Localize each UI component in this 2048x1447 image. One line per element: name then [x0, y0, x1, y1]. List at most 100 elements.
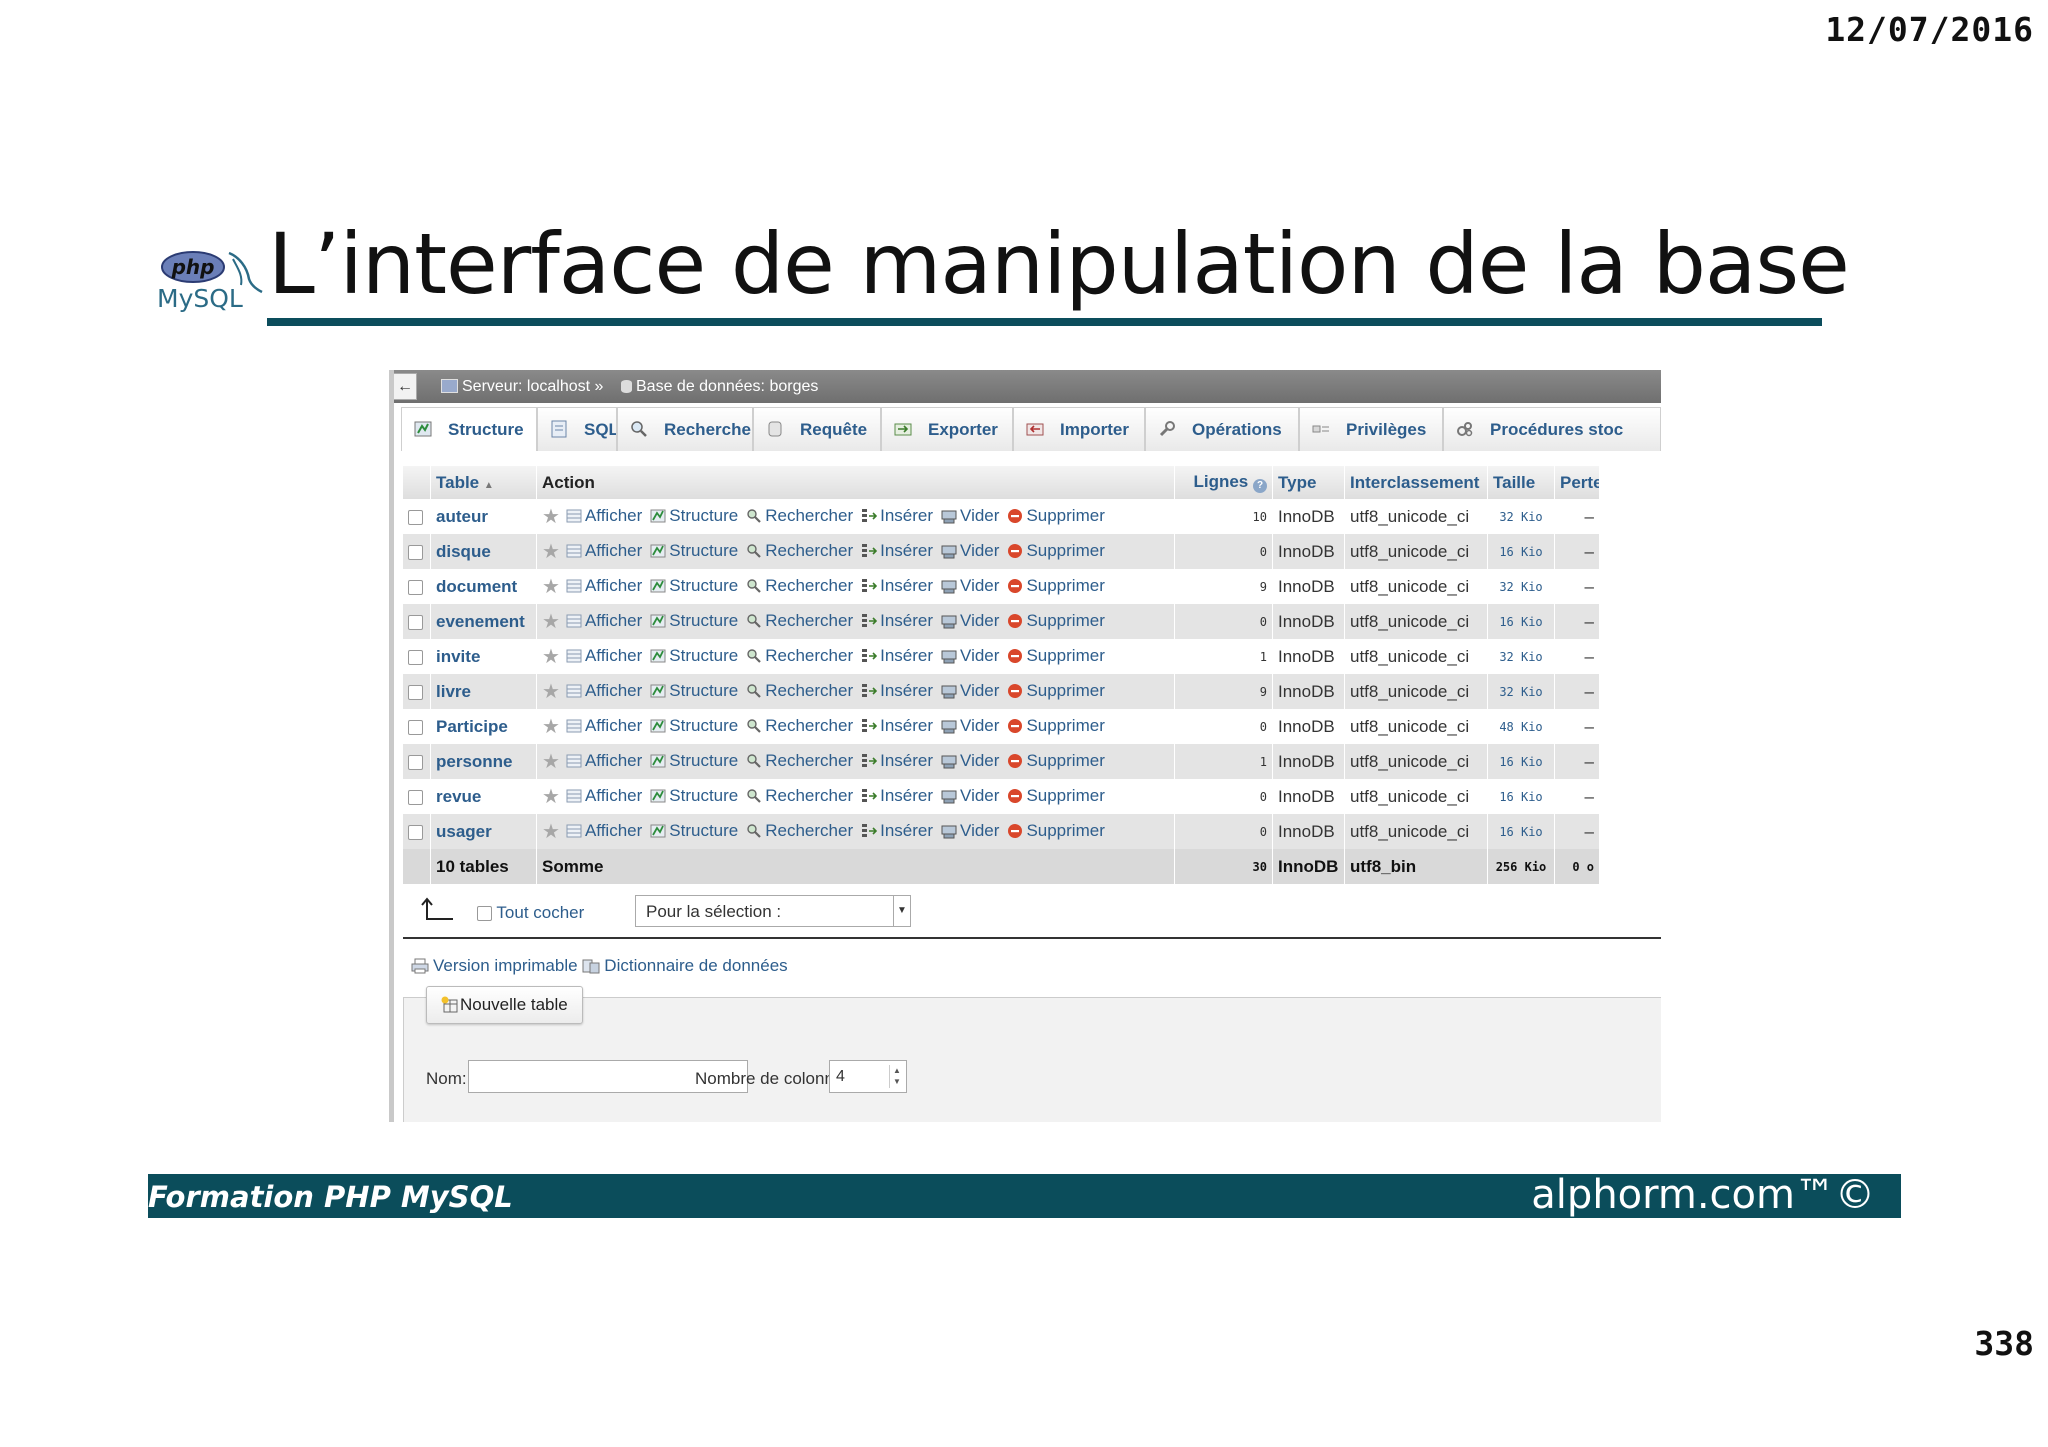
action-search[interactable]: Rechercher [746, 821, 853, 840]
action-drop[interactable]: Supprimer [1007, 681, 1105, 700]
table-name[interactable]: Participe [431, 709, 537, 744]
table-size[interactable]: 16 Kio [1488, 534, 1555, 569]
action-empty[interactable]: Vider [941, 541, 999, 560]
action-insert[interactable]: Insérer [861, 786, 933, 805]
tab-export[interactable]: Exporter [881, 407, 1013, 451]
action-browse[interactable]: Afficher [566, 786, 642, 805]
star-icon[interactable]: ★ [542, 716, 560, 738]
action-structure[interactable]: Structure [650, 786, 738, 805]
tab-structure[interactable]: Structure [401, 407, 537, 451]
row-select[interactable] [403, 779, 431, 814]
action-search[interactable]: Rechercher [746, 646, 853, 665]
star-icon[interactable]: ★ [542, 576, 560, 598]
header-type[interactable]: Type [1273, 466, 1345, 499]
action-empty[interactable]: Vider [941, 576, 999, 595]
action-structure[interactable]: Structure [650, 821, 738, 840]
action-browse[interactable]: Afficher [566, 751, 642, 770]
action-drop[interactable]: Supprimer [1007, 541, 1105, 560]
row-checkbox[interactable] [408, 824, 423, 840]
action-structure[interactable]: Structure [650, 576, 738, 595]
action-browse[interactable]: Afficher [566, 506, 642, 525]
action-browse[interactable]: Afficher [566, 821, 642, 840]
action-drop[interactable]: Supprimer [1007, 506, 1105, 525]
tab-routines[interactable]: Procédures stoc [1443, 407, 1661, 451]
tab-privileges[interactable]: Privilèges [1299, 407, 1443, 451]
header-table[interactable]: Table ▲ [431, 466, 537, 499]
table-size[interactable]: 16 Kio [1488, 779, 1555, 814]
action-insert[interactable]: Insérer [861, 646, 933, 665]
star-icon[interactable]: ★ [542, 786, 560, 808]
row-select[interactable] [403, 569, 431, 604]
print-view-link[interactable]: Version imprimable [411, 956, 578, 975]
table-size[interactable]: 16 Kio [1488, 744, 1555, 779]
action-drop[interactable]: Supprimer [1007, 646, 1105, 665]
row-select[interactable] [403, 499, 431, 534]
action-structure[interactable]: Structure [650, 611, 738, 630]
with-selected-select[interactable]: Pour la sélection : ▼ [635, 895, 911, 927]
action-empty[interactable]: Vider [941, 716, 999, 735]
action-search[interactable]: Rechercher [746, 681, 853, 700]
tab-sql[interactable]: SQL [537, 407, 617, 451]
action-drop[interactable]: Supprimer [1007, 751, 1105, 770]
breadcrumb-database[interactable]: Base de données: borges [621, 378, 818, 396]
table-name[interactable]: livre [431, 674, 537, 709]
tab-search[interactable]: Rechercher [617, 407, 753, 451]
action-browse[interactable]: Afficher [566, 541, 642, 560]
table-name[interactable]: usager [431, 814, 537, 849]
action-browse[interactable]: Afficher [566, 716, 642, 735]
row-checkbox[interactable] [408, 684, 423, 700]
action-empty[interactable]: Vider [941, 506, 999, 525]
header-rows[interactable]: Lignes ? [1175, 466, 1273, 499]
action-empty[interactable]: Vider [941, 681, 999, 700]
action-insert[interactable]: Insérer [861, 611, 933, 630]
table-size[interactable]: 32 Kio [1488, 499, 1555, 534]
help-icon[interactable]: ? [1253, 479, 1267, 493]
action-insert[interactable]: Insérer [861, 541, 933, 560]
action-search[interactable]: Rechercher [746, 541, 853, 560]
action-insert[interactable]: Insérer [861, 681, 933, 700]
table-name[interactable]: auteur [431, 499, 537, 534]
action-drop[interactable]: Supprimer [1007, 716, 1105, 735]
row-checkbox[interactable] [408, 509, 423, 525]
row-select[interactable] [403, 534, 431, 569]
action-search[interactable]: Rechercher [746, 611, 853, 630]
table-name[interactable]: disque [431, 534, 537, 569]
row-checkbox[interactable] [408, 614, 423, 630]
stepper-arrows-icon[interactable]: ▲ ▼ [889, 1065, 904, 1088]
row-checkbox[interactable] [408, 544, 423, 560]
action-structure[interactable]: Structure [650, 646, 738, 665]
row-checkbox[interactable] [408, 579, 423, 595]
table-name[interactable]: invite [431, 639, 537, 674]
row-select[interactable] [403, 639, 431, 674]
action-browse[interactable]: Afficher [566, 576, 642, 595]
action-insert[interactable]: Insérer [861, 821, 933, 840]
action-browse[interactable]: Afficher [566, 646, 642, 665]
tab-operations[interactable]: Opérations [1145, 407, 1299, 451]
action-structure[interactable]: Structure [650, 541, 738, 560]
action-search[interactable]: Rechercher [746, 751, 853, 770]
table-size[interactable]: 48 Kio [1488, 709, 1555, 744]
table-size[interactable]: 32 Kio [1488, 569, 1555, 604]
star-icon[interactable]: ★ [542, 751, 560, 773]
table-size[interactable]: 32 Kio [1488, 639, 1555, 674]
row-select[interactable] [403, 744, 431, 779]
table-size[interactable]: 16 Kio [1488, 814, 1555, 849]
table-size[interactable]: 32 Kio [1488, 674, 1555, 709]
star-icon[interactable]: ★ [542, 541, 560, 563]
star-icon[interactable]: ★ [542, 506, 560, 528]
tab-import[interactable]: Importer [1013, 407, 1145, 451]
header-overhead[interactable]: Perte [1555, 466, 1600, 499]
action-structure[interactable]: Structure [650, 681, 738, 700]
columns-count-stepper[interactable]: 4 ▲ ▼ [829, 1060, 907, 1093]
star-icon[interactable]: ★ [542, 681, 560, 703]
back-arrow-icon[interactable]: ← [393, 373, 417, 400]
row-select[interactable] [403, 709, 431, 744]
table-name[interactable]: revue [431, 779, 537, 814]
table-name[interactable]: document [431, 569, 537, 604]
action-drop[interactable]: Supprimer [1007, 576, 1105, 595]
action-empty[interactable]: Vider [941, 786, 999, 805]
breadcrumb-server[interactable]: Serveur: localhost » [441, 378, 603, 396]
action-empty[interactable]: Vider [941, 751, 999, 770]
action-search[interactable]: Rechercher [746, 786, 853, 805]
action-drop[interactable]: Supprimer [1007, 611, 1105, 630]
